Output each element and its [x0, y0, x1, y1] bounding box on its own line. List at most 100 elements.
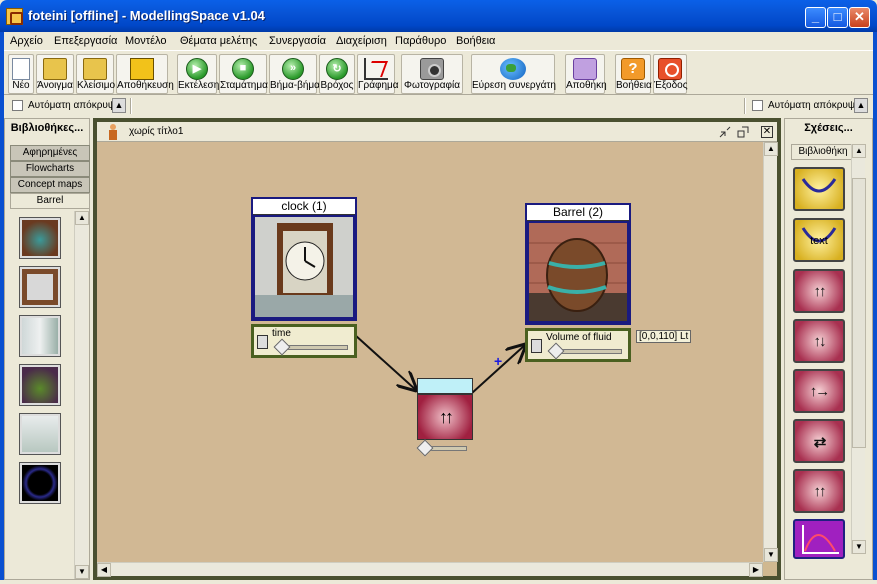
- up-up-arrows-icon: ↑↑: [813, 283, 827, 300]
- stop-icon: ■: [232, 58, 254, 80]
- run-button[interactable]: ▶ Εκτέλεση: [177, 54, 220, 94]
- thumbnail-lab-equipment[interactable]: [19, 315, 61, 357]
- save-button[interactable]: Αποθήκευση: [116, 54, 174, 94]
- model-window-header: χωρίς τίτλο1 ✕: [97, 122, 777, 142]
- thumbnail-dark-ring[interactable]: [19, 462, 61, 504]
- positive-sign: +: [494, 353, 503, 369]
- relation-swap-button[interactable]: ⇄: [793, 419, 845, 463]
- help-button[interactable]: ? Βοήθεια: [615, 54, 652, 94]
- menu-study-topics[interactable]: Θέματα μελέτης: [180, 35, 257, 47]
- tab-abstract[interactable]: Αφηρημένες: [10, 145, 90, 161]
- thumbnail-lab-flask[interactable]: [19, 413, 61, 455]
- auto-hide-left-label: Αυτόματη απόκρυψη: [28, 100, 121, 111]
- time-slider-thumb[interactable]: [273, 338, 291, 356]
- scroll-up-button[interactable]: ▲: [764, 142, 778, 156]
- relation-slider-thumb[interactable]: [416, 439, 434, 457]
- step-button[interactable]: » Βήμα-βήμα: [269, 54, 320, 94]
- volume-slider-thumb[interactable]: [547, 342, 565, 360]
- lab-equipment-image: [22, 318, 58, 354]
- lock-icon[interactable]: [531, 339, 542, 353]
- relations-scrollbar[interactable]: ▲ ▼: [851, 144, 866, 554]
- barrel-node[interactable]: Barrel (2): [525, 203, 631, 325]
- close-model-icon[interactable]: ✕: [761, 126, 773, 138]
- library-scrollbar[interactable]: ▲ ▼: [74, 211, 89, 579]
- close-file-button[interactable]: Κλείσιμο: [76, 54, 115, 94]
- scroll-down-button[interactable]: ▼: [75, 565, 89, 579]
- relation-text-button[interactable]: text: [793, 218, 845, 262]
- stop-label: Σταμάτημα: [220, 80, 268, 91]
- time-variable[interactable]: time: [251, 324, 357, 358]
- barrel-node-title: Barrel (2): [527, 205, 629, 221]
- volume-range-tag: [0,0,110] Lt: [636, 330, 692, 343]
- restore-icon[interactable]: [737, 126, 749, 138]
- relation-node-body: ↑↑: [417, 394, 473, 440]
- clock-node-image: [253, 215, 355, 319]
- relation-node[interactable]: ↑↑: [416, 378, 473, 458]
- plant-image: [22, 367, 58, 403]
- shrink-icon[interactable]: [719, 126, 731, 138]
- find-partner-button[interactable]: Εύρεση συνεργάτη: [471, 54, 556, 94]
- open-button[interactable]: Άνοιγμα: [36, 54, 74, 94]
- relation-up-up-button[interactable]: ↑↑: [793, 269, 845, 313]
- exit-label: Έξοδος: [654, 80, 688, 91]
- scroll-up-button[interactable]: ▲: [75, 211, 89, 225]
- power-icon: [658, 58, 682, 80]
- menu-management[interactable]: Διαχείριση: [336, 35, 387, 47]
- new-label: Νέο: [12, 80, 30, 91]
- relation-up-down-button[interactable]: ↑↓: [793, 319, 845, 363]
- volume-variable[interactable]: Volume of fluid: [525, 328, 631, 362]
- auto-hide-left-checkbox[interactable]: [12, 100, 23, 111]
- tab-concept-maps[interactable]: Concept maps: [10, 177, 90, 193]
- auto-hide-right-checkbox[interactable]: [752, 100, 763, 111]
- minimize-button[interactable]: _: [805, 7, 826, 28]
- relation-curve-button[interactable]: [793, 167, 845, 211]
- save-label: Αποθήκευση: [117, 80, 174, 91]
- relation-up-right-button[interactable]: ↑→: [793, 369, 845, 413]
- graph-button[interactable]: Γράφημα: [357, 54, 399, 94]
- clock-node[interactable]: clock (1): [251, 197, 357, 321]
- play-icon: ▶: [186, 58, 208, 80]
- relation-text-label: text: [810, 235, 828, 247]
- relation-up-up-small-button[interactable]: ↑↑: [793, 469, 845, 513]
- connections: [354, 334, 763, 394]
- tab-flowcharts[interactable]: Flowcharts: [10, 161, 90, 177]
- relation-graph-button[interactable]: [793, 519, 845, 559]
- open-folder-icon: [43, 58, 67, 80]
- loop-button[interactable]: ↻ Βρόχος: [319, 54, 355, 94]
- lock-icon[interactable]: [257, 335, 268, 349]
- loop-icon: ↻: [326, 58, 348, 80]
- scroll-right-button[interactable]: ▶: [749, 563, 763, 577]
- canvas-horizontal-scrollbar[interactable]: ◀ ▶: [97, 562, 763, 577]
- run-label: Εκτέλεση: [178, 80, 220, 91]
- menu-file[interactable]: Αρχείο: [10, 35, 43, 47]
- menu-edit[interactable]: Επεξεργασία: [54, 35, 117, 47]
- thumbnail-clock[interactable]: [19, 266, 61, 308]
- scroll-thumb[interactable]: [852, 178, 866, 448]
- menu-collaboration[interactable]: Συνεργασία: [269, 35, 326, 47]
- collapse-left-button[interactable]: ▲: [112, 98, 126, 113]
- relation-node-header: [417, 378, 473, 394]
- photo-button[interactable]: Φωτογραφία: [401, 54, 463, 94]
- scroll-down-button[interactable]: ▼: [764, 548, 778, 562]
- up-right-arrows-icon: ↑→: [809, 383, 831, 400]
- collapse-right-button[interactable]: ▲: [854, 98, 868, 113]
- tab-barrel[interactable]: Barrel: [10, 193, 90, 209]
- maximize-button[interactable]: □: [827, 7, 848, 28]
- thumbnail-plant[interactable]: [19, 364, 61, 406]
- model-canvas[interactable]: + clock (1) time Barrel (2) Volume of fl…: [97, 142, 763, 562]
- menu-model[interactable]: Μοντέλο: [125, 35, 166, 47]
- new-button[interactable]: Νέο: [8, 54, 34, 94]
- exit-button[interactable]: Έξοδος: [653, 54, 688, 94]
- menu-help[interactable]: Βοήθεια: [456, 35, 495, 47]
- store-button[interactable]: Αποθήκη: [565, 54, 607, 94]
- stop-button[interactable]: ■ Σταμάτημα: [219, 54, 268, 94]
- menu-window[interactable]: Παράθυρο: [395, 35, 446, 47]
- scroll-left-button[interactable]: ◀: [97, 563, 111, 577]
- canvas-vertical-scrollbar[interactable]: ▲ ▼: [763, 142, 778, 562]
- title-bar: foteini [offline] - ModellingSpace v1.04…: [0, 0, 877, 32]
- tab-library[interactable]: Βιβλιοθήκη: [791, 144, 855, 160]
- close-button[interactable]: ✕: [849, 7, 870, 28]
- scroll-down-button[interactable]: ▼: [852, 540, 866, 554]
- scroll-up-button[interactable]: ▲: [852, 144, 866, 158]
- thumbnail-barrel[interactable]: [19, 217, 61, 259]
